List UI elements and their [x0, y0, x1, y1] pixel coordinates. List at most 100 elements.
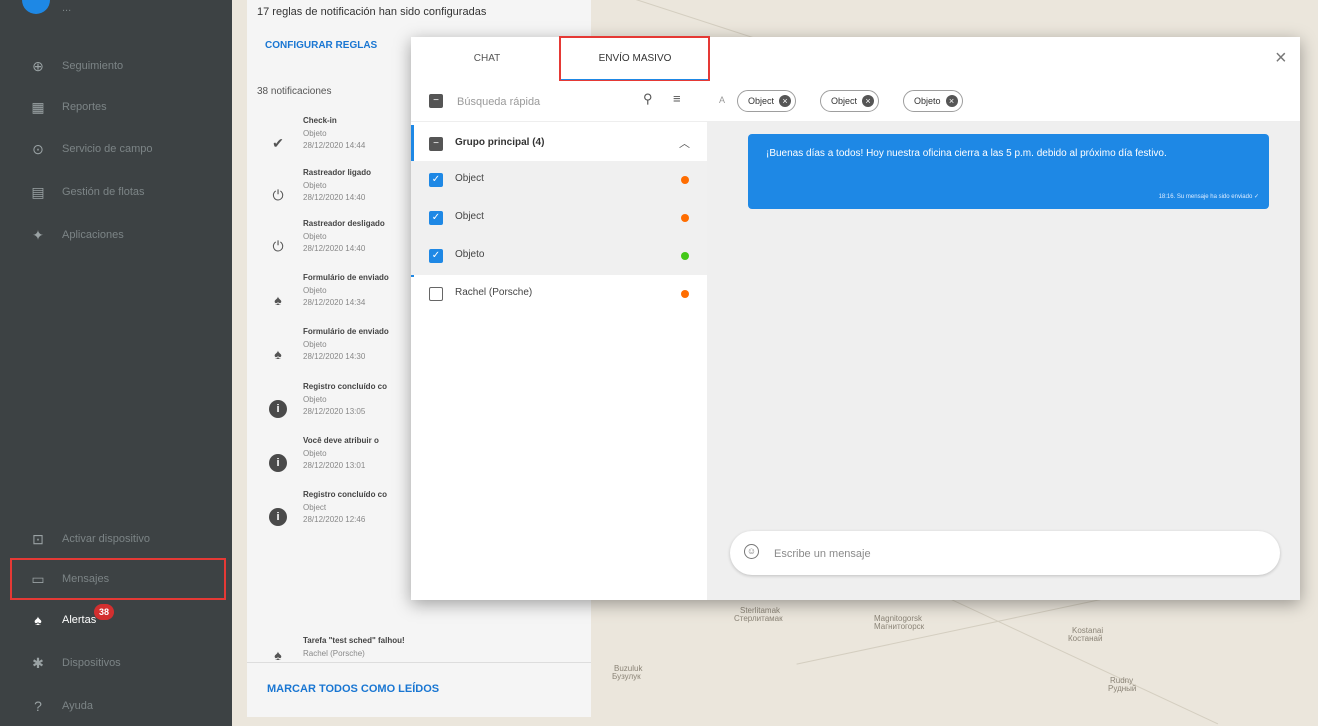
bell-icon: ♠ — [274, 292, 282, 308]
object-label: Rachel (Porsche) — [455, 287, 533, 298]
notification-date: 28/12/2020 13:05 — [303, 407, 366, 416]
notification-title: Rastreador desligado — [303, 219, 385, 228]
object-label: Object — [455, 211, 484, 222]
sidebar-item-dispositivos[interactable]: ✱ Dispositivos — [0, 643, 232, 683]
sidebar-item-ayuda[interactable]: ? Ayuda — [0, 686, 232, 726]
object-row[interactable]: ✓ Object — [411, 161, 707, 199]
sent-message-bubble: ¡Buenas días a todos! Hoy nuestra oficin… — [748, 134, 1269, 209]
notification-date: 28/12/2020 13:01 — [303, 461, 366, 470]
notification-subject: Objeto — [303, 449, 327, 458]
objects-pane: − ⚲ ≡ − Grupo principal (4) ︿ ✓ Object ✓… — [411, 81, 708, 600]
notification-subject: Rachel (Porsche) — [303, 649, 365, 658]
map-label: Бузулук — [612, 672, 641, 681]
close-icon[interactable]: × — [1275, 47, 1287, 70]
bell-icon: ♠ — [274, 346, 282, 362]
puzzle-icon: ✦ — [32, 226, 44, 243]
notification-title: Formulário de enviado — [303, 273, 389, 282]
object-label: Object — [455, 173, 484, 184]
sidebar-item-label: Aplicaciones — [62, 229, 124, 241]
status-dot — [681, 214, 689, 222]
sidebar-item-activar-dispositivo[interactable]: ⊡ Activar dispositivo — [0, 519, 232, 559]
sidebar: ... ⊕ Seguimiento ▦ Reportes ⊙ Servicio … — [0, 0, 232, 726]
sidebar-item-seguimiento[interactable]: ⊕ Seguimiento — [0, 46, 232, 86]
rules-count-text: 17 reglas de notificación han sido confi… — [257, 6, 487, 18]
bell-icon: ♠ — [34, 612, 42, 628]
sidebar-item-aplicaciones[interactable]: ✦ Aplicaciones — [0, 215, 232, 255]
search-input[interactable] — [455, 93, 629, 111]
notification-item[interactable]: ♠ Tarefa "test sched" falhou! Rachel (Po… — [247, 632, 591, 663]
gear-icon: ✱ — [32, 654, 44, 671]
notification-subject: Objeto — [303, 395, 327, 404]
object-row[interactable]: ✓ Object — [411, 199, 707, 237]
car-icon: ▤ — [31, 183, 45, 200]
object-checkbox[interactable]: ✓ — [429, 173, 443, 187]
map-road — [945, 596, 1219, 725]
status-dot — [681, 290, 689, 298]
notification-date: 28/12/2020 12:46 — [303, 515, 366, 524]
status-dot — [681, 176, 689, 184]
notification-title: Rastreador ligado — [303, 168, 372, 177]
remove-chip-icon[interactable]: × — [779, 95, 792, 107]
notification-title: Você deve atribuir o — [303, 436, 379, 445]
sidebar-item-label: Activar dispositivo — [62, 533, 151, 545]
info-icon: i — [269, 508, 287, 526]
sidebar-item-label: Seguimiento — [62, 60, 124, 72]
sidebar-item-gestion-de-flotas[interactable]: ▤ Gestión de flotas — [0, 172, 232, 212]
recipient-chip-label: Objeto — [914, 96, 941, 106]
notification-subject: Objeto — [303, 232, 327, 241]
user-name[interactable]: ... — [62, 2, 71, 14]
search-row: − ⚲ ≡ — [411, 81, 707, 122]
notification-date: 28/12/2020 14:40 — [303, 244, 366, 253]
info-icon: i — [269, 454, 287, 472]
notification-title: Registro concluído co — [303, 490, 388, 499]
object-row[interactable]: ✓ Objeto — [411, 237, 707, 275]
sidebar-item-label: Dispositivos — [62, 657, 121, 669]
object-checkbox[interactable]: ✓ — [429, 211, 443, 225]
message-text: ¡Buenas días a todos! Hoy nuestra oficin… — [766, 148, 1167, 159]
alerts-badge: 38 — [94, 604, 114, 620]
recipient-chip[interactable]: Object × — [737, 90, 797, 112]
sidebar-item-reportes[interactable]: ▦ Reportes — [0, 87, 232, 127]
location-pin-icon: ⊙ — [32, 140, 44, 157]
notification-subject: Objeto — [303, 286, 327, 295]
info-icon: i — [269, 400, 287, 418]
object-checkbox[interactable]: ✓ — [429, 249, 443, 263]
select-all-checkbox[interactable]: − — [429, 94, 443, 108]
message-status: 18:16. Su mensaje ha sido enviado ✓ — [1158, 194, 1259, 200]
notification-date: 28/12/2020 14:40 — [303, 193, 366, 202]
search-icon[interactable]: ⚲ — [643, 91, 653, 107]
object-checkbox[interactable] — [429, 287, 443, 301]
message-input[interactable] — [772, 544, 1256, 564]
notification-title: Check-in — [303, 116, 337, 125]
configure-rules-link[interactable]: CONFIGURAR REGLAS — [265, 40, 377, 51]
sidebar-item-alertas[interactable]: ♠ Alertas — [0, 600, 232, 640]
notifications-count: 38 notificaciones — [257, 86, 332, 97]
power-icon: ⏻ — [272, 187, 284, 203]
device-add-icon: ⊡ — [32, 530, 44, 547]
emoji-icon[interactable]: ☺ — [744, 544, 759, 559]
list-icon[interactable]: ≡ — [673, 91, 681, 106]
logo-icon[interactable] — [22, 0, 50, 14]
notification-subject: Objeto — [303, 129, 327, 138]
map-label: Магнитогорск — [874, 622, 925, 631]
object-label: Objeto — [455, 249, 485, 260]
group-row[interactable]: − Grupo principal (4) ︿ — [411, 125, 707, 163]
object-row[interactable]: Rachel (Porsche) — [411, 275, 707, 313]
recipients-row: A Object × Object × Objeto × — [707, 81, 1300, 122]
notification-date: 28/12/2020 14:44 — [303, 141, 366, 150]
mark-all-read-link[interactable]: MARCAR TODOS COMO LEÍDOS — [267, 683, 439, 695]
map-label: Рудный — [1108, 684, 1137, 693]
sidebar-item-servicio-de-campo[interactable]: ⊙ Servicio de campo — [0, 129, 232, 169]
highlight-outline — [10, 558, 226, 600]
tab-chat[interactable]: CHAT — [431, 37, 543, 81]
recipient-chip[interactable]: Objeto × — [903, 90, 963, 112]
group-checkbox[interactable]: − — [429, 137, 443, 151]
notification-subject: Object — [303, 503, 327, 512]
sidebar-item-label: Servicio de campo — [62, 143, 153, 155]
remove-chip-icon[interactable]: × — [862, 95, 875, 107]
chevron-up-icon[interactable]: ︿ — [679, 135, 690, 151]
recipient-chip[interactable]: Object × — [820, 90, 880, 112]
recipient-chip-label: Object — [748, 96, 775, 106]
remove-chip-icon[interactable]: × — [945, 95, 958, 107]
message-pane: A Object × Object × Objeto × ¡Buenas día… — [707, 81, 1300, 600]
